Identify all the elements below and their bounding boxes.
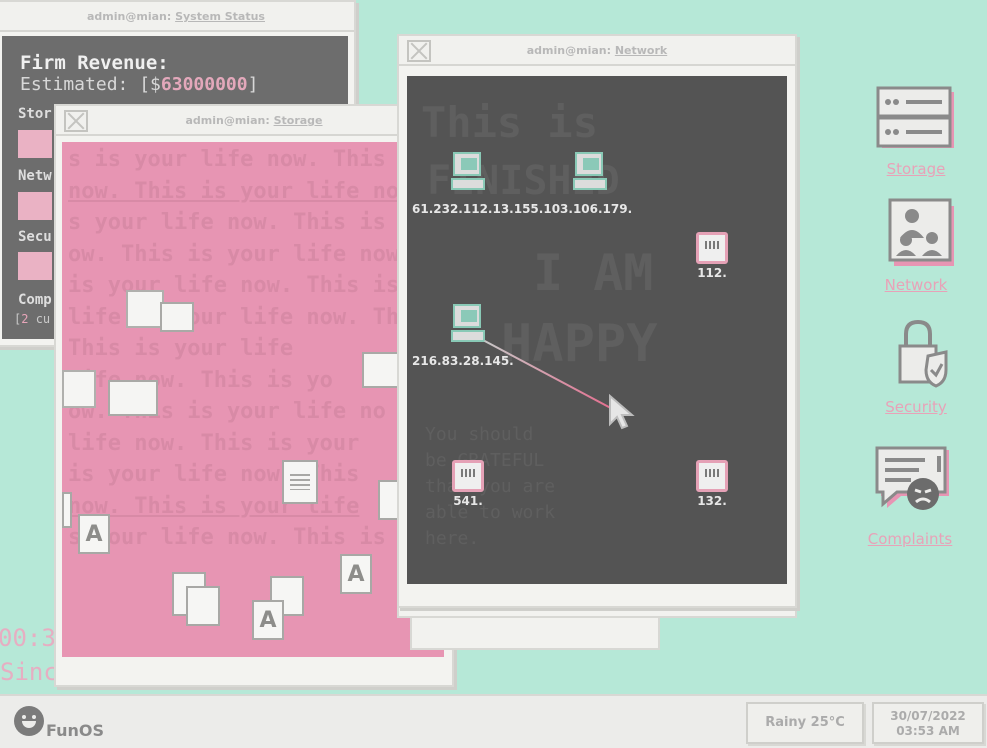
network-router-node[interactable]: 132. <box>690 460 734 508</box>
network-computer-node[interactable] <box>443 304 493 344</box>
network-titlebar[interactable]: admin@mian: Network <box>399 36 795 66</box>
network-title: admin@mian: Network <box>526 44 668 57</box>
firm-revenue-estimate: Estimated: [$63000000] <box>20 74 259 95</box>
start-button[interactable]: FunOS <box>14 706 104 740</box>
network-router-node[interactable]: 112. <box>690 232 734 280</box>
storage-title: admin@mian: Storage <box>185 114 323 127</box>
network-computer-node[interactable] <box>443 152 493 192</box>
storage-titlebar[interactable]: admin@mian: Storage <box>56 106 452 136</box>
network-computer-node[interactable] <box>560 152 620 192</box>
network-node-label: 61.232.112.13.155.103.106.179. <box>412 202 633 216</box>
clock-time: 03:53 AM <box>896 724 960 738</box>
start-label: FunOS <box>46 721 105 740</box>
desktop-icon-label: Security <box>885 398 947 416</box>
desktop-icon-security[interactable]: Security <box>866 318 966 416</box>
computer-icon <box>573 152 607 192</box>
weather-widget[interactable]: Rainy 25°C <box>746 702 864 744</box>
network-node-label: 216.83.28.145. <box>412 354 514 368</box>
network-node-label: 541. <box>453 494 483 508</box>
status-complaints-label: Comp <box>18 292 52 308</box>
computer-icon <box>451 304 485 344</box>
status-network-bar <box>18 192 52 220</box>
storage-drive-icon <box>876 86 954 148</box>
desktop-icon-label: Network <box>884 276 948 294</box>
network-bg-text: This is <box>421 98 599 147</box>
status-complaints-count: [2 cu <box>14 312 51 326</box>
router-icon <box>696 460 728 492</box>
desktop-icon-label: Complaints <box>867 530 953 548</box>
desktop-icon-storage[interactable]: Storage <box>866 86 966 178</box>
network-bg-text: HAPPY <box>501 314 658 374</box>
system-status-titlebar[interactable]: admin@mian: System Status <box>0 2 354 32</box>
clock-date: 30/07/2022 <box>890 709 966 723</box>
desktop-icon-label: Storage <box>886 160 946 178</box>
status-storage-bar <box>18 130 52 158</box>
padlock-shield-icon <box>898 319 948 388</box>
taskbar: FunOS Rainy 25°C 30/07/2022 03:53 AM <box>0 694 987 748</box>
storage-window: admin@mian: Storage s is your life now. … <box>54 104 454 687</box>
network-users-icon <box>888 198 954 266</box>
revenue-amount: 63000000 <box>160 74 248 95</box>
network-router-node[interactable]: 541. <box>446 460 490 508</box>
desktop-icon-complaints[interactable]: Complaints <box>860 446 960 548</box>
mouse-cursor-icon <box>609 394 635 430</box>
network-node-label: 132. <box>697 494 727 508</box>
desktop-bg-time-text: 00:3 <box>0 624 56 652</box>
system-status-title: admin@mian: System Status <box>87 10 265 23</box>
smiley-face-icon <box>14 706 44 736</box>
status-network-label: Netw <box>18 168 52 184</box>
clock-widget[interactable]: 30/07/2022 03:53 AM <box>872 702 984 744</box>
desktop-icon-network[interactable]: Network <box>866 198 966 294</box>
router-icon <box>452 460 484 492</box>
storage-body: s is your life now. This now. This is yo… <box>62 142 444 657</box>
network-bg-text: I AM <box>533 244 654 302</box>
complaint-angry-face-icon <box>875 446 949 510</box>
computer-icon <box>451 152 485 192</box>
status-storage-label: Stor <box>18 106 52 122</box>
firm-revenue-title: Firm Revenue: <box>20 52 169 74</box>
status-security-bar <box>18 252 52 280</box>
status-security-label: Secu <box>18 229 52 245</box>
revenue-currency: $ <box>150 74 161 95</box>
router-icon <box>696 232 728 264</box>
network-node-label: 112. <box>697 266 727 280</box>
